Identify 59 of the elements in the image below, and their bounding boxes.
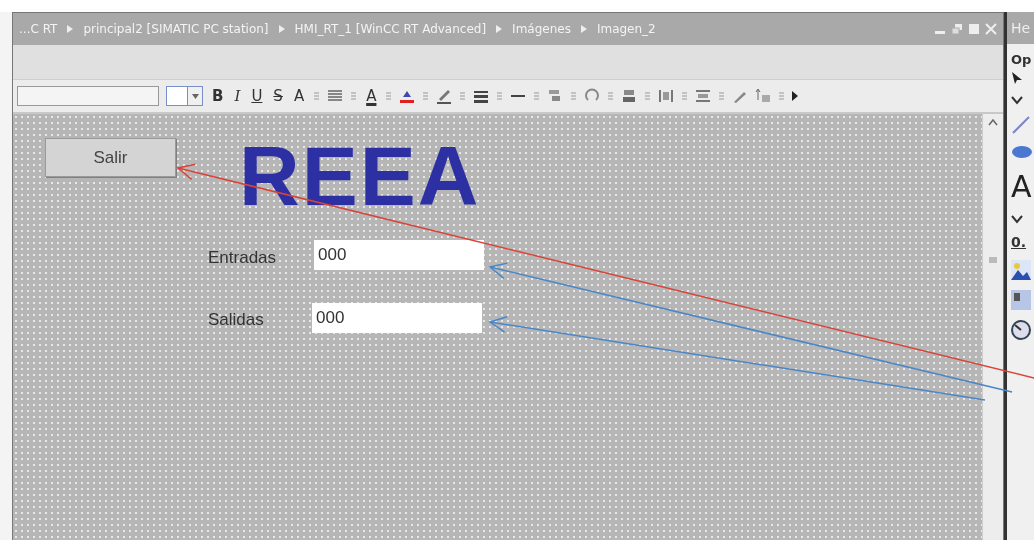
breadcrumb-separator-icon (580, 25, 587, 33)
scroll-grip-icon[interactable] (988, 256, 998, 264)
dropdown-icon[interactable] (350, 90, 358, 102)
scrollbar[interactable] (982, 114, 1003, 540)
scroll-up-icon[interactable] (988, 118, 998, 126)
expand-icon[interactable] (1011, 95, 1023, 105)
io-field[interactable]: 000 (314, 240, 484, 270)
dropdown-icon[interactable] (313, 90, 321, 102)
font-size-dropdown[interactable] (166, 86, 203, 106)
dropdown-icon[interactable] (533, 90, 541, 102)
italic-button[interactable]: I (232, 87, 243, 105)
text-tool-button[interactable]: A (1011, 169, 1034, 204)
dropdown-icon[interactable] (718, 90, 726, 102)
underline-button[interactable]: U (249, 87, 265, 105)
dropdown-icon[interactable] (422, 90, 430, 102)
font-name-field[interactable] (17, 86, 159, 106)
dropdown-arrow-icon (191, 93, 199, 99)
field-label: Entradas (208, 248, 277, 268)
strikethrough-button[interactable]: S (271, 87, 285, 105)
dropdown-icon[interactable] (681, 90, 689, 102)
expand-icon[interactable] (1011, 214, 1023, 224)
breadcrumb-separator-icon (278, 25, 285, 33)
maximize-icon[interactable] (968, 23, 980, 35)
more-icon[interactable] (792, 91, 799, 101)
dropdown-icon[interactable] (570, 90, 578, 102)
gauge-icon[interactable] (1011, 320, 1031, 340)
io-field[interactable]: 000 (312, 303, 482, 333)
dropdown-icon[interactable] (459, 90, 467, 102)
exit-button[interactable]: Salir (45, 138, 176, 177)
dropdown-icon[interactable] (385, 90, 393, 102)
font-color-button[interactable]: A (364, 87, 379, 105)
image-tool-icon[interactable] (1011, 260, 1031, 280)
breadcrumb-separator-icon (496, 25, 503, 33)
rotate-icon[interactable] (584, 88, 601, 104)
text-arrow-icon[interactable] (755, 88, 772, 104)
font-size-button[interactable]: A (291, 87, 307, 105)
pointer-icon[interactable] (1011, 71, 1023, 85)
screen-title: REEA (239, 134, 481, 218)
graphic-io-tool-icon[interactable] (1011, 290, 1031, 310)
line-tool-icon[interactable] (1011, 115, 1031, 135)
dropdown-icon[interactable] (644, 90, 652, 102)
breadcrumb-separator-icon (67, 25, 74, 33)
restore-icon[interactable] (951, 23, 963, 35)
line-color-icon[interactable] (436, 88, 453, 104)
dropdown-icon[interactable] (496, 90, 504, 102)
io-field-tool[interactable]: 0. (1011, 234, 1034, 250)
distribute-icon[interactable] (658, 88, 675, 104)
layer-icon[interactable] (621, 88, 638, 104)
field-label: Salidas (208, 310, 264, 330)
close-icon[interactable] (985, 23, 997, 35)
line-width-icon[interactable] (473, 88, 490, 104)
spacing-icon[interactable] (695, 88, 712, 104)
section-title: Op (1010, 51, 1033, 69)
dropdown-icon[interactable] (607, 90, 615, 102)
ellipse-tool-icon[interactable] (1011, 145, 1033, 159)
text-align-icon[interactable] (327, 88, 344, 104)
bold-button[interactable]: B (210, 87, 226, 105)
dropdown-icon[interactable] (778, 90, 786, 102)
panel-title: He (1007, 12, 1034, 44)
